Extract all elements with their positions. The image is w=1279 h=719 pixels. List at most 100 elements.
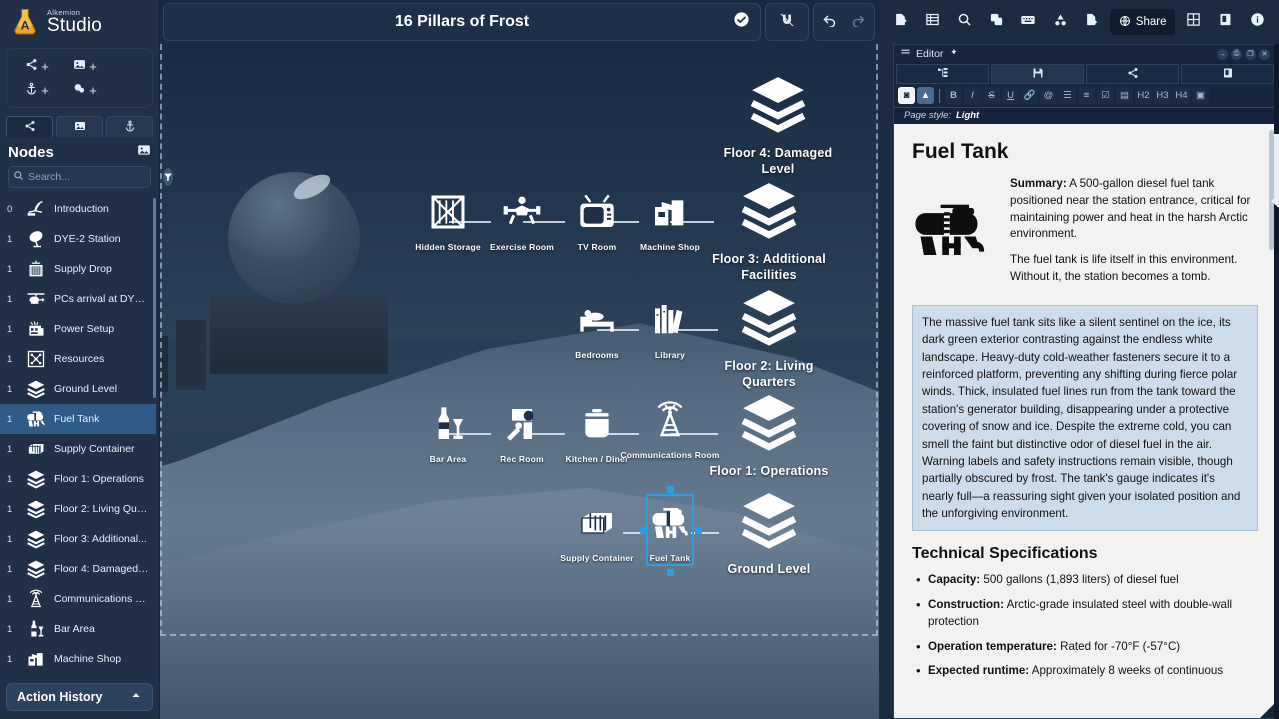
sidebar-node-item[interactable]: 1 Floor 3: Additional...: [0, 524, 156, 554]
tab-content[interactable]: [991, 64, 1084, 84]
add-anchor-button[interactable]: +: [13, 80, 61, 100]
sidebar-node-item[interactable]: 1 Floor 2: Living Quarters: [0, 494, 156, 524]
filter-icon[interactable]: [163, 168, 173, 186]
add-node-button[interactable]: +: [13, 56, 61, 76]
sidebar-node-item[interactable]: 1 Supply Container: [0, 434, 156, 464]
graph-node-ground-level[interactable]: Ground Level: [705, 488, 833, 578]
right-panel-collapse-caret[interactable]: [1271, 194, 1279, 208]
format-shape-mode-button[interactable]: ▲: [917, 87, 934, 104]
node-connection-handle[interactable]: [695, 527, 702, 534]
sidebar-node-item[interactable]: 1 Machine Shop: [0, 644, 156, 674]
add-image-button[interactable]: +: [61, 56, 109, 76]
node-connection-handle[interactable]: [667, 486, 674, 493]
graph-node-floor1[interactable]: Floor 1: Operations: [705, 390, 833, 480]
add-palette-button[interactable]: +: [61, 80, 109, 100]
heading4-button[interactable]: H4: [1173, 87, 1190, 104]
edit-doc-button[interactable]: [885, 8, 917, 36]
nodes-list-scrollbar[interactable]: [153, 198, 156, 398]
info-icon: [1250, 12, 1265, 32]
brand[interactable]: A Alkemion Studio: [0, 0, 159, 44]
sidebar-node-item[interactable]: 0 Introduction: [0, 194, 156, 224]
tab-images[interactable]: [56, 116, 103, 137]
graph-node-label: Bar Area: [429, 454, 467, 464]
node-connection-handle[interactable]: [667, 569, 674, 576]
search-button[interactable]: [949, 8, 981, 36]
sidebar-node-item[interactable]: 1 Supply Drop: [0, 254, 156, 284]
graph-node-floor2[interactable]: Floor 2: Living Quarters: [705, 285, 833, 390]
brand-name: Studio: [47, 15, 103, 37]
sidebar-node-item[interactable]: 1 Floor 4: Damaged Level: [0, 554, 156, 584]
link-button[interactable]: 🔗: [1021, 87, 1038, 104]
graph-node-floor3[interactable]: Floor 3: Additional Facilities: [705, 178, 833, 283]
sidebar-node-item[interactable]: 1 Floor 1: Operations: [0, 464, 156, 494]
duplicate-button[interactable]: [980, 8, 1012, 36]
table-button[interactable]: [917, 8, 949, 36]
graph-node-floor4[interactable]: Floor 4: Damaged Level: [714, 72, 842, 177]
keyboard-button[interactable]: [1012, 8, 1044, 36]
nodes-list[interactable]: 0 Introduction 1 DYE-2 Station 1 Supply Drop 1…: [0, 194, 156, 679]
editor-window-header[interactable]: Editor → ⎙ ❐ ✕: [894, 45, 1276, 63]
node-label: Supply Container: [54, 443, 135, 455]
bold-button[interactable]: B: [945, 87, 962, 104]
tab-notes[interactable]: [1181, 64, 1274, 84]
underline-button[interactable]: U: [1002, 87, 1019, 104]
checklist-button[interactable]: ☑: [1097, 87, 1114, 104]
sidebar-node-item[interactable]: 1 Fuel Tank: [0, 404, 156, 434]
page-style-value[interactable]: Light: [956, 110, 979, 121]
node-label: Power Setup: [54, 323, 115, 335]
heading3-button[interactable]: H3: [1154, 87, 1171, 104]
grid-layout-button[interactable]: [1177, 8, 1209, 36]
undo-icon[interactable]: [822, 12, 837, 32]
node-connection-handle[interactable]: [640, 527, 647, 534]
sidebar-node-item[interactable]: 1 Resources: [0, 344, 156, 374]
document-content[interactable]: Fuel Tank Summary: A 500-gallon diesel f…: [894, 124, 1276, 718]
tab-nodes[interactable]: [6, 116, 53, 137]
project-title-box[interactable]: 16 Pillars of Frost: [163, 3, 761, 41]
sidebar-node-item[interactable]: 1 Ground Level: [0, 374, 156, 404]
redo-icon[interactable]: [851, 12, 866, 32]
spec-value: Rated for -70°F (-57°C): [1056, 639, 1181, 653]
tab-structure[interactable]: [896, 64, 989, 84]
italic-button[interactable]: I: [964, 87, 981, 104]
numbered-list-button[interactable]: ≡: [1078, 87, 1095, 104]
shapes-button[interactable]: [1044, 8, 1076, 36]
right-panel-scroll-rail[interactable]: [1271, 44, 1279, 719]
format-image-mode-button[interactable]: ◙: [898, 87, 915, 104]
sidebar-node-item[interactable]: 1 DYE-2 Station: [0, 224, 156, 254]
export-button[interactable]: [1076, 8, 1108, 36]
copy-icon: [989, 12, 1004, 32]
info-button[interactable]: [1241, 8, 1273, 36]
bullet-list-button[interactable]: ☰: [1059, 87, 1076, 104]
image-icon[interactable]: [137, 143, 151, 162]
pin-icon[interactable]: [948, 48, 957, 60]
book-button[interactable]: [1209, 8, 1241, 36]
search-input[interactable]: [24, 171, 163, 183]
sidebar-node-item[interactable]: 1 Power Setup: [0, 314, 156, 344]
sidebar-node-item[interactable]: 1 Bar Area: [0, 614, 156, 644]
node-label: Communications Room: [54, 593, 150, 605]
popout-button[interactable]: →: [1217, 48, 1228, 60]
sidebar-node-item[interactable]: 1 Communications Room: [0, 584, 156, 614]
network-box-icon: [25, 348, 47, 370]
share-button[interactable]: Share: [1109, 9, 1176, 35]
close-button[interactable]: ✕: [1259, 48, 1270, 60]
tab-relations[interactable]: [1086, 64, 1179, 84]
magnet-off-icon: [779, 12, 795, 33]
sidebar-node-item[interactable]: 1 PCs arrival at DYE-2: [0, 284, 156, 314]
magnet-snap-button[interactable]: [765, 3, 809, 41]
insert-image-button[interactable]: ▣: [1192, 87, 1209, 104]
hamburger-icon[interactable]: [900, 47, 911, 61]
strikethrough-button[interactable]: S: [983, 87, 1000, 104]
heading2-button[interactable]: H2: [1135, 87, 1152, 104]
maximize-button[interactable]: ❐: [1245, 48, 1256, 60]
print-button[interactable]: ⎙: [1231, 48, 1242, 60]
floppy-icon: [1032, 67, 1044, 82]
mention-button[interactable]: @: [1040, 87, 1057, 104]
action-history-button[interactable]: Action History: [6, 683, 153, 711]
share-node-icon: [25, 58, 38, 74]
tab-anchors[interactable]: [106, 116, 153, 137]
note-block-button[interactable]: ▤: [1116, 87, 1133, 104]
search-box[interactable]: [8, 166, 173, 188]
spec-label: Expected runtime:: [928, 664, 1030, 678]
save-check-icon[interactable]: [733, 11, 750, 33]
